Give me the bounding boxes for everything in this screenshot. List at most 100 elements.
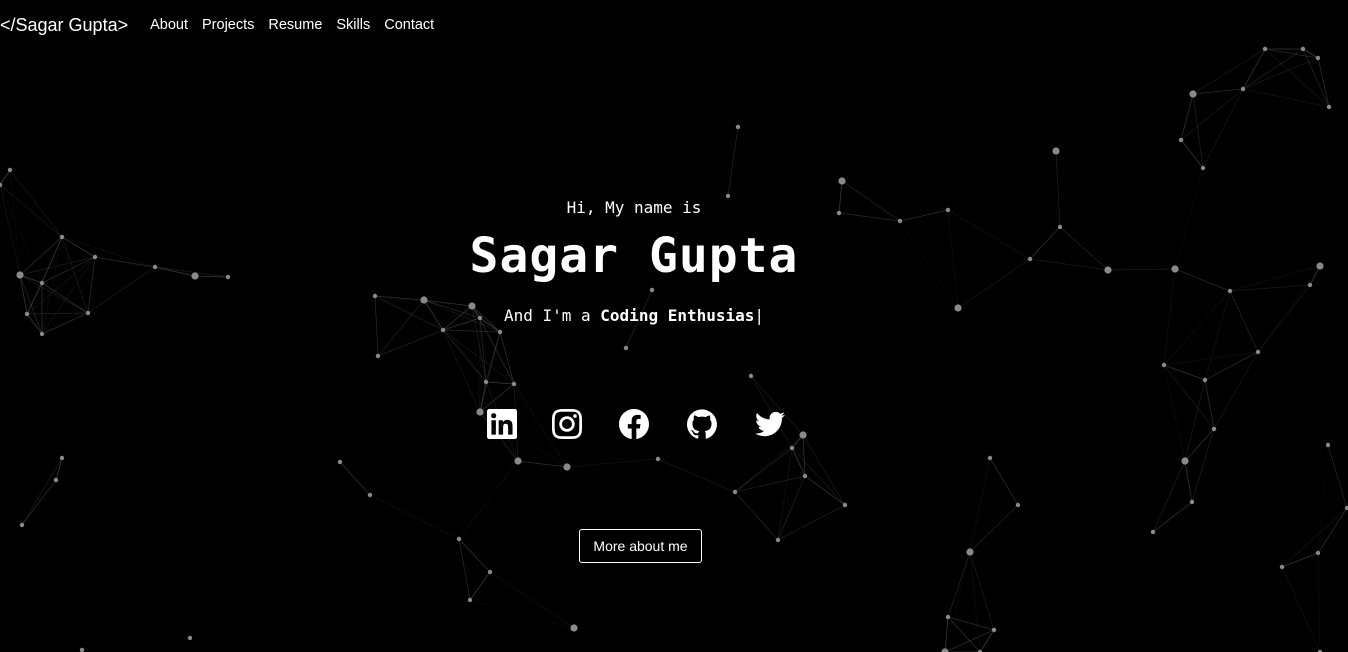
particle-dot [7, 167, 13, 173]
particle-link [61, 236, 96, 258]
particle-dot [1240, 86, 1246, 92]
particle-dot [987, 455, 993, 461]
particle-link [1317, 552, 1321, 652]
particle-dot [1150, 529, 1156, 535]
particle-link [26, 313, 43, 335]
particle-dot [420, 296, 428, 304]
particle-link [1257, 284, 1311, 353]
particle-link [1229, 290, 1259, 353]
particle-link [469, 599, 575, 629]
particle-link [1327, 444, 1348, 509]
twitter-link[interactable] [754, 410, 786, 442]
particle-link [838, 180, 843, 214]
particle-link [947, 616, 981, 652]
particle-dot [511, 381, 517, 387]
instagram-link[interactable] [551, 408, 583, 444]
particle-link [1180, 88, 1244, 141]
particle-dot [732, 489, 738, 495]
particle-dot [187, 635, 193, 641]
particle-link [55, 457, 63, 481]
particle-link [499, 331, 515, 385]
particle-link [899, 209, 949, 222]
particle-dot [563, 463, 571, 471]
github-icon [687, 408, 717, 444]
particle-dot [1178, 137, 1184, 143]
particle-link [369, 494, 460, 540]
particle-dot [1181, 457, 1189, 465]
particle-link [1059, 226, 1109, 271]
particle-dot [1161, 362, 1167, 368]
particle-dot [725, 193, 731, 199]
particle-link [777, 447, 793, 541]
particle-dot [79, 647, 85, 652]
facebook-link[interactable] [618, 408, 650, 442]
particle-link [969, 504, 1019, 553]
particle-link [21, 457, 63, 526]
particle-link [566, 458, 659, 468]
particle-dot [775, 537, 781, 543]
particle-link [1281, 566, 1321, 652]
particle-dot [440, 327, 446, 333]
particle-dot [941, 648, 949, 652]
particle-link [458, 460, 519, 540]
particle-dot [514, 457, 522, 465]
particle-link [1029, 226, 1061, 260]
particle-link [61, 236, 156, 268]
particle-link [489, 571, 575, 629]
particle-link [485, 381, 515, 385]
particle-link [1317, 444, 1329, 554]
particle-dot [497, 329, 503, 335]
more-about-me-button[interactable]: More about me [579, 529, 702, 563]
particle-link [947, 551, 971, 618]
particle-link [969, 457, 991, 553]
particle-link [1317, 57, 1330, 108]
particle-dot [623, 345, 629, 351]
particle-link [94, 256, 196, 277]
twitter-icon [755, 409, 785, 444]
particle-link [1152, 460, 1186, 533]
particle-link [947, 616, 995, 631]
particle-dot [92, 254, 98, 260]
linkedin-icon [487, 408, 517, 444]
particle-link [791, 447, 846, 506]
particle-link [947, 209, 1031, 260]
particle-dot [24, 311, 30, 317]
nav-link-projects[interactable]: Projects [202, 17, 254, 33]
particle-link [1055, 150, 1061, 228]
nav-link-about[interactable]: About [150, 17, 188, 33]
nav-link-resume[interactable]: Resume [268, 17, 322, 33]
particle-link [777, 475, 806, 541]
particle-link [374, 295, 379, 357]
particle-link [777, 434, 804, 541]
particle-dot [1104, 266, 1112, 274]
particle-dot [1027, 256, 1033, 262]
particle-dot [570, 624, 578, 632]
particle-link [0, 184, 21, 276]
particle-link [1242, 88, 1330, 108]
nav-link-contact[interactable]: Contact [384, 17, 434, 33]
particle-link [1174, 268, 1231, 292]
particle-link [899, 220, 959, 309]
particle-link [777, 504, 846, 541]
particle-link [1163, 351, 1259, 366]
particle-link [26, 312, 89, 315]
github-link[interactable] [686, 408, 718, 444]
particle-link [1281, 507, 1348, 568]
linkedin-link[interactable] [486, 408, 518, 444]
particle-link [458, 538, 471, 601]
brand-logo[interactable]: </Sagar Gupta> [0, 15, 128, 36]
particle-link [442, 329, 515, 385]
particle-link [727, 126, 739, 197]
particle-link [625, 289, 653, 349]
instagram-icon [552, 408, 582, 444]
particle-dot [152, 264, 158, 270]
particle-dot [1189, 90, 1197, 98]
particle-link [81, 637, 191, 651]
nav-link-skills[interactable]: Skills [336, 17, 370, 33]
particle-dot [1227, 288, 1233, 294]
particle-link [957, 258, 1031, 309]
particle-link [1163, 268, 1176, 366]
particle-link [442, 329, 501, 333]
particle-dot [337, 459, 343, 465]
particle-dot [1171, 265, 1179, 273]
